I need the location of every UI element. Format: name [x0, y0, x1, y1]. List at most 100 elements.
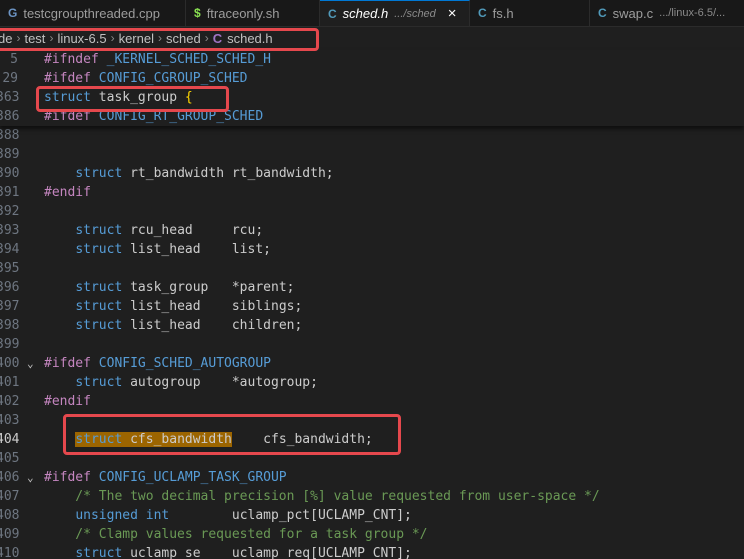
line-number: 389 — [0, 147, 20, 162]
tab-testcgroupthreaded-cpp[interactable]: G testcgroupthreaded.cpp — [0, 0, 186, 26]
code-text: #ifndef _KERNEL_SCHED_SCHED_H — [44, 52, 271, 67]
code-text: struct list_head list; — [75, 242, 271, 257]
c-file-icon: C — [598, 6, 607, 20]
line-number: 394 — [0, 242, 20, 257]
line-number: 404 — [0, 432, 20, 447]
code-line[interactable]: 398 struct list_head children; — [0, 316, 744, 335]
code-text: struct list_head children; — [75, 318, 303, 333]
code-line[interactable]: 394 struct list_head list; — [0, 240, 744, 259]
line-number: 409 — [0, 527, 20, 542]
c-file-icon: C — [212, 30, 223, 46]
line-number: 363 — [0, 90, 20, 105]
breadcrumb-item-test[interactable]: test — [24, 31, 45, 46]
code-line[interactable]: 397 struct list_head siblings; — [0, 297, 744, 316]
code-line[interactable]: 363 struct task_group { — [0, 88, 744, 107]
code-line[interactable]: 393 struct rcu_head rcu; — [0, 221, 744, 240]
c-file-icon: C — [328, 6, 337, 21]
breadcrumb-item[interactable]: de — [0, 31, 12, 46]
chevron-right-icon: › — [204, 31, 209, 45]
chevron-right-icon: › — [16, 31, 21, 45]
code-line[interactable]: 403 — [0, 411, 744, 430]
tab-ftraceonly-sh[interactable]: $ ftraceonly.sh — [186, 0, 320, 26]
code-text: #ifdef CONFIG_SCHED_AUTOGROUP — [44, 356, 271, 371]
code-line[interactable]: 386 #ifdef CONFIG_RT_GROUP_SCHED — [0, 107, 744, 126]
code-text: struct autogroup *autogroup; — [75, 375, 318, 390]
code-text: struct rt_bandwidth rt_bandwidth; — [75, 166, 334, 181]
code-line[interactable]: 408 unsigned int uclamp_pct[UCLAMP_CNT]; — [0, 506, 744, 525]
line-number: 395 — [0, 261, 20, 276]
code-text: struct task_group { — [44, 90, 193, 105]
code-line[interactable]: 407 /* The two decimal precision [%] val… — [0, 487, 744, 506]
code-line[interactable]: 388 — [0, 126, 744, 145]
tab-label: fs.h — [492, 5, 514, 21]
code-line[interactable]: 402 #endif — [0, 392, 744, 411]
tab-label: sched.h — [342, 6, 389, 21]
code-line[interactable]: 392 — [0, 202, 744, 221]
breadcrumb-item-file[interactable]: sched.h — [227, 31, 273, 46]
line-number: 29 — [2, 71, 18, 86]
line-number: 401 — [0, 375, 20, 390]
code-line[interactable]: 389 — [0, 145, 744, 164]
code-text: struct cfs_bandwidth cfs_bandwidth; — [75, 432, 373, 447]
code-line[interactable]: 404 struct cfs_bandwidth cfs_bandwidth; — [0, 430, 744, 449]
line-number: 398 — [0, 318, 20, 333]
c-file-icon: C — [478, 6, 487, 20]
line-number: 388 — [0, 128, 20, 143]
line-number: 407 — [0, 489, 20, 504]
code-editor[interactable]: 387 struct rt_rq *rt_rq;388389390 struct… — [0, 126, 744, 559]
code-text: /* The two decimal precision [%] value r… — [44, 489, 600, 504]
code-text: #ifdef CONFIG_CGROUP_SCHED — [44, 71, 248, 86]
code-text: struct list_head siblings; — [75, 299, 303, 314]
code-line[interactable]: 399 — [0, 335, 744, 354]
code-text: struct rcu_head rcu; — [75, 223, 264, 238]
line-number: 406 — [0, 470, 20, 485]
close-icon[interactable]: × — [448, 5, 457, 22]
line-number: 393 — [0, 223, 20, 238]
code-line[interactable]: 5 #ifndef _KERNEL_SCHED_SCHED_H — [0, 50, 744, 69]
code-line[interactable]: 400 ⌄ #ifdef CONFIG_SCHED_AUTOGROUP — [0, 354, 744, 373]
code-text: struct task_group *parent; — [75, 280, 295, 295]
tab-path: .../linux-6.5/... — [659, 7, 726, 19]
code-text: /* Clamp values requested for a task gro… — [44, 527, 428, 542]
code-line[interactable]: 29 #ifdef CONFIG_CGROUP_SCHED — [0, 69, 744, 88]
code-line[interactable]: 391 #endif — [0, 183, 744, 202]
chevron-down-icon[interactable]: ⌄ — [27, 354, 34, 373]
code-line[interactable]: 401 struct autogroup *autogroup; — [0, 373, 744, 392]
chevron-right-icon: › — [49, 31, 54, 45]
code-line[interactable]: 396 struct task_group *parent; — [0, 278, 744, 297]
code-line[interactable]: 410 struct uclamp_se uclamp_req[UCLAMP_C… — [0, 544, 744, 559]
chevron-right-icon: › — [110, 31, 115, 45]
line-number: 396 — [0, 280, 20, 295]
line-number: 399 — [0, 337, 20, 352]
code-text: struct uclamp_se uclamp_req[UCLAMP_CNT]; — [75, 546, 412, 559]
line-number: 400 — [0, 356, 20, 371]
breadcrumb-item-linux[interactable]: linux-6.5 — [57, 31, 106, 46]
line-number: 5 — [10, 52, 18, 67]
code-line[interactable]: 405 — [0, 449, 744, 468]
code-text: unsigned int uclamp_pct[UCLAMP_CNT]; — [75, 508, 412, 523]
tab-swap-c[interactable]: C swap.c .../linux-6.5/... — [590, 0, 744, 26]
line-number: 408 — [0, 508, 20, 523]
code-text: #endif — [44, 394, 91, 409]
tab-path: .../sched — [394, 7, 436, 20]
breadcrumb: de › test › linux-6.5 › kernel › sched ›… — [0, 27, 744, 49]
chevron-right-icon: › — [158, 31, 162, 45]
breadcrumb-item-sched[interactable]: sched — [166, 31, 201, 46]
line-number: 410 — [0, 546, 20, 559]
chevron-down-icon[interactable]: ⌄ — [27, 468, 34, 487]
code-line[interactable]: 409 /* Clamp values requested for a task… — [0, 525, 744, 544]
sticky-scroll-header: 5 #ifndef _KERNEL_SCHED_SCHED_H 29 #ifdef C… — [0, 50, 744, 126]
code-line[interactable]: 390 struct rt_bandwidth rt_bandwidth; — [0, 164, 744, 183]
code-text: #ifdef CONFIG_RT_GROUP_SCHED — [44, 109, 264, 124]
line-number: 386 — [0, 109, 20, 124]
line-number: 392 — [0, 204, 20, 219]
tab-fs-h[interactable]: C fs.h — [470, 0, 590, 26]
breadcrumb-item-kernel[interactable]: kernel — [119, 31, 154, 46]
tab-label: testcgroupthreaded.cpp — [23, 5, 160, 21]
code-line[interactable]: 406 ⌄ #ifdef CONFIG_UCLAMP_TASK_GROUP — [0, 468, 744, 487]
code-text: #ifdef CONFIG_UCLAMP_TASK_GROUP — [44, 470, 287, 485]
tab-sched-h[interactable]: C sched.h .../sched × — [320, 0, 470, 26]
code-line[interactable]: 395 — [0, 259, 744, 278]
tab-label: swap.c — [612, 5, 654, 21]
cpp-file-icon: G — [8, 6, 18, 20]
